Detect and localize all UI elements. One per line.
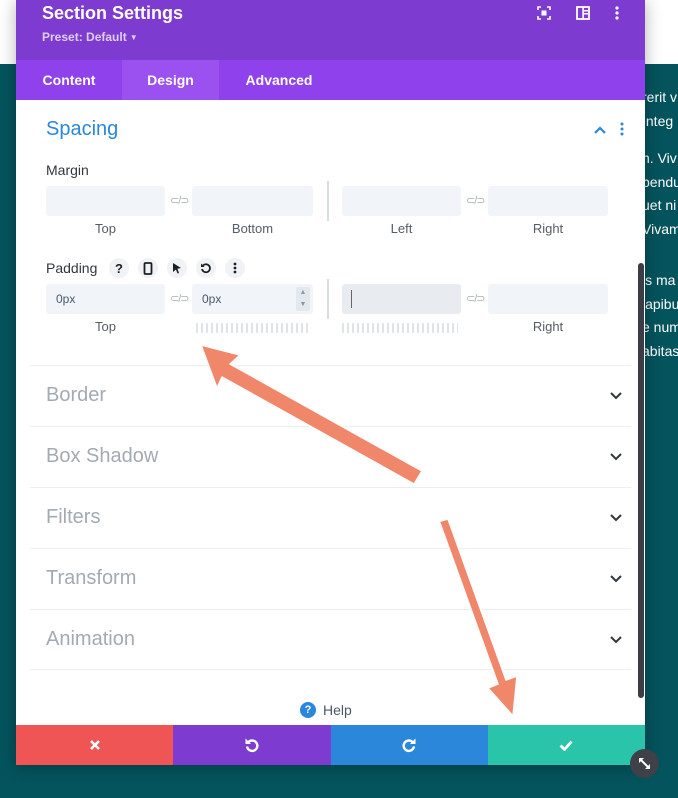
annotation-arrow-up-left xyxy=(200,344,423,485)
annotation-arrow-down xyxy=(436,518,518,717)
annotation-arrows xyxy=(200,344,518,717)
